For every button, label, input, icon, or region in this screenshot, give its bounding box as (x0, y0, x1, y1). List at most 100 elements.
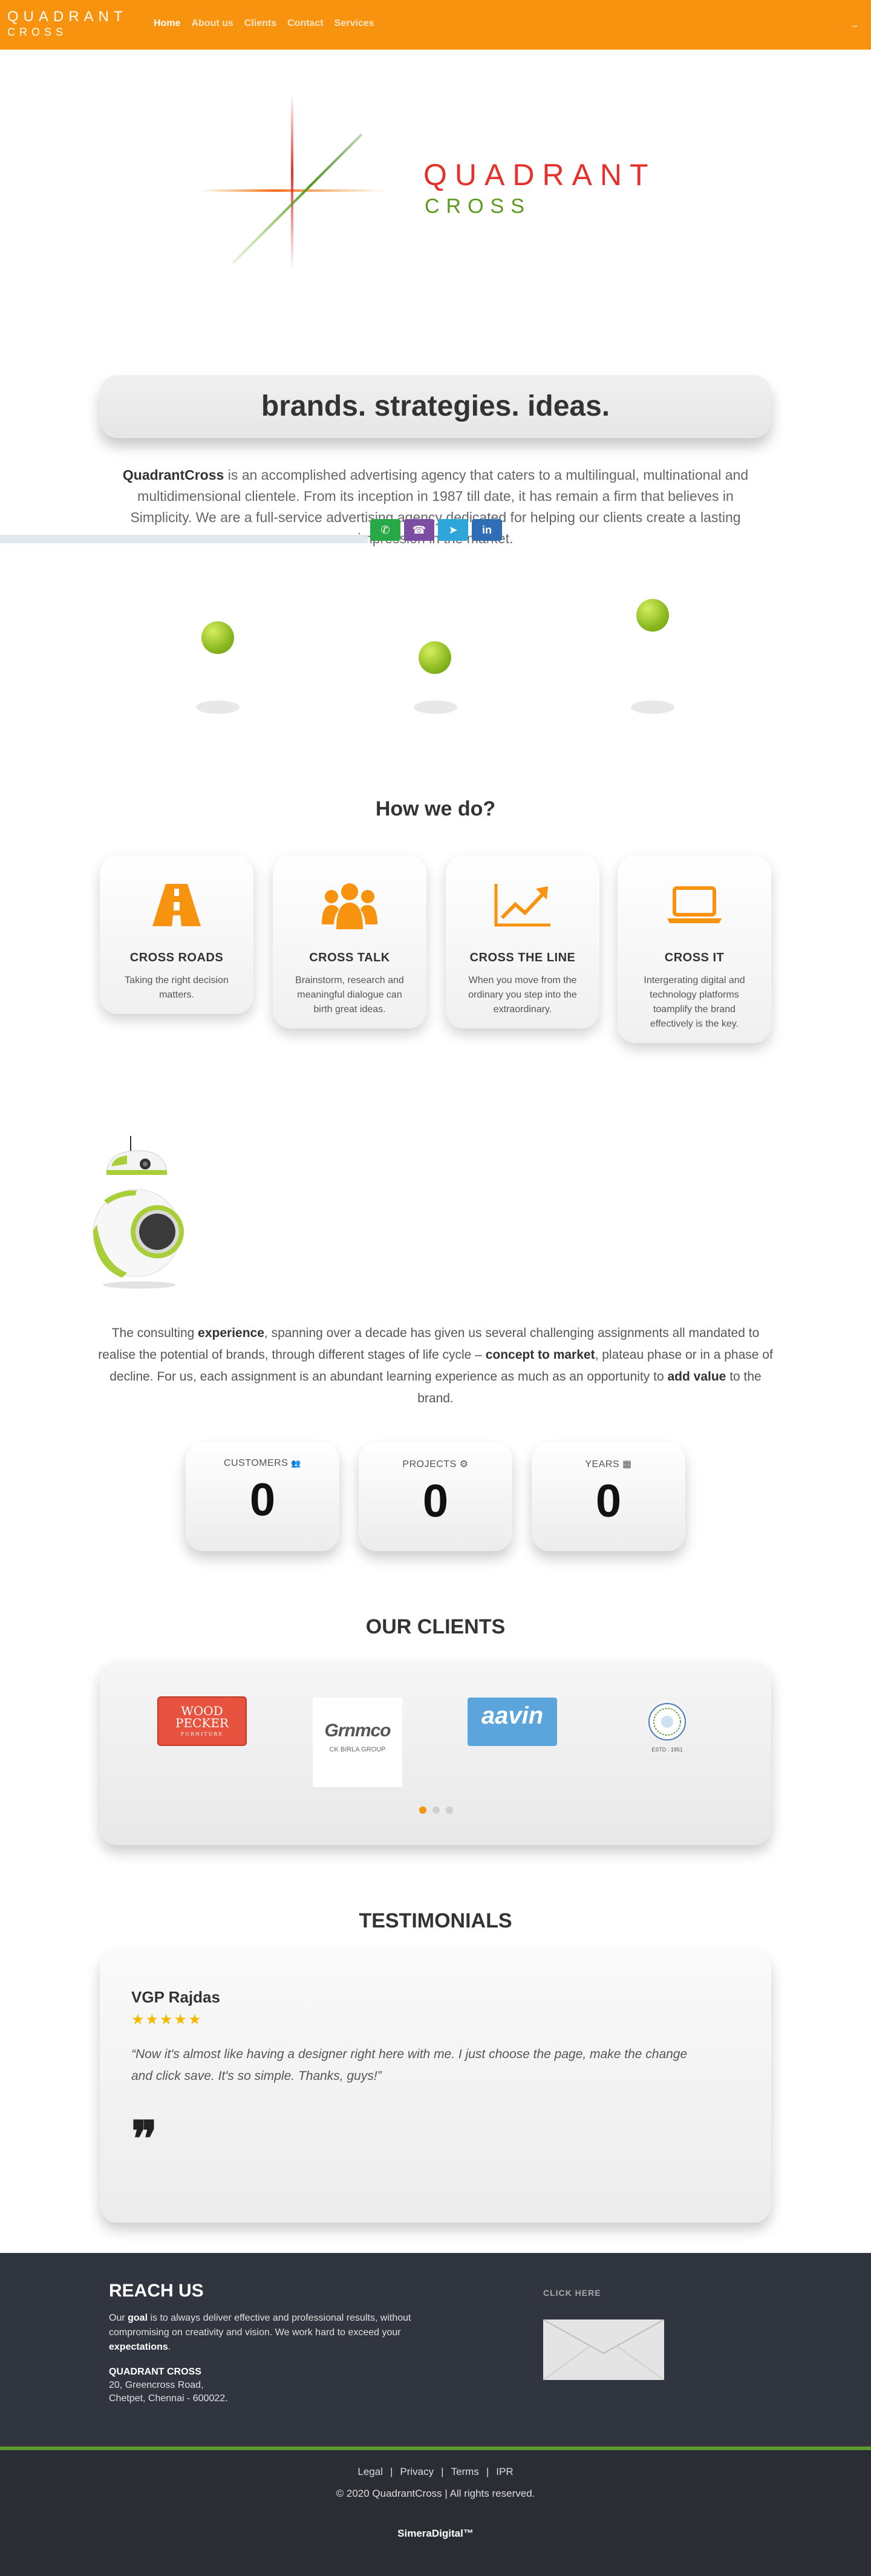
experience-bold-3: add value (667, 1370, 726, 1384)
card-title: CROSS IT (664, 951, 725, 964)
footer-contact: REACH US Our goal is to always deliver e… (0, 2253, 871, 2447)
woodpecker-line1: WOOD (181, 1704, 223, 1718)
stat-card-years: YEARS ▦ 0 (532, 1442, 685, 1551)
legal-separator: | (486, 2466, 489, 2477)
phone-icon: ☎ (412, 523, 426, 536)
tagline-heading: brands. strategies. ideas. (261, 390, 610, 422)
service-card: CROSS THE LINE When you move from the or… (446, 855, 599, 1028)
viber-share-button[interactable]: ☎ (404, 519, 434, 541)
card-title: CROSS ROADS (129, 951, 224, 964)
stat-label-text: YEARS (585, 1459, 620, 1469)
card-title: CROSS TALK (309, 951, 390, 964)
company-name: QUADRANT CROSS (109, 2367, 201, 2377)
grinmco-line1: Grnmco (324, 1721, 391, 1741)
whatsapp-icon: ✆ (380, 523, 390, 536)
nav-logo-line1: QUADRANT (7, 8, 128, 25)
decorative-ball (201, 621, 234, 654)
nav-link-about[interactable]: About us (191, 18, 233, 29)
nav-link-home[interactable]: Home (154, 18, 180, 29)
reach-us-text: Our goal is to always deliver effective … (109, 2311, 448, 2355)
gear-icon: ⚙ (459, 1459, 469, 1469)
decorative-ball (419, 641, 451, 674)
testimonials-title: TESTIMONIALS (359, 1909, 512, 1932)
card-title: CROSS THE LINE (469, 951, 576, 964)
terms-link[interactable]: Terms (451, 2466, 479, 2477)
address-line2: Chetpet, Chennai - 600022. (109, 2393, 228, 2404)
stat-label: YEARS ▦ (532, 1458, 685, 1470)
client-logo-college-seal[interactable]: ESTD : 1951 (642, 1701, 693, 1753)
card-text: Taking the right decision matters. (125, 975, 229, 1000)
experience-bold-1: experience (198, 1326, 264, 1340)
stat-card-customers: CUSTOMERS 👥 0 (186, 1442, 339, 1551)
testimonial-card: VGP Rajdas ★★★★★ “Now it's almost like h… (100, 1949, 771, 2223)
calendar-icon: ▦ (622, 1459, 632, 1469)
ball-shadow (631, 701, 674, 714)
carousel-dot[interactable] (419, 1806, 426, 1814)
nav-logo-line2: CROSS (7, 26, 68, 38)
logo-wordmark-quadrant: QUADRANT (423, 158, 656, 192)
stat-label-text: CUSTOMERS (223, 1458, 289, 1468)
clients-carousel: WOOD PECKER FURNITURE Grnmco CK BIRLA GR… (100, 1661, 771, 1845)
nav-logo[interactable]: QUADRANT CROSS (7, 10, 128, 38)
legal-links: Legal | Privacy | Terms | IPR (0, 2466, 871, 2478)
stat-value: 0 (422, 1476, 449, 1527)
reach-text-2: is to always deliver effective and profe… (109, 2313, 411, 2338)
road-icon (100, 877, 253, 933)
arrow-right-icon[interactable]: → (849, 20, 859, 31)
privacy-link[interactable]: Privacy (400, 2466, 434, 2477)
ball-shadow (414, 701, 457, 714)
aavin-text: aavin (481, 1702, 544, 1729)
reach-bold-2: expectations (109, 2342, 168, 2352)
whatsapp-share-button[interactable]: ✆ (370, 519, 400, 541)
footer-bottom: Legal | Privacy | Terms | IPR © 2020 QuadrantC… (0, 2450, 871, 2576)
users-icon: 👥 (291, 1459, 302, 1468)
stat-card-projects: PROJECTS ⚙ 0 (359, 1442, 512, 1551)
envelope-icon[interactable] (543, 2319, 664, 2380)
developer-credit[interactable]: SimeraDigital™ (0, 2528, 871, 2540)
legal-separator: | (441, 2466, 444, 2477)
stat-value: 0 (249, 1474, 276, 1526)
client-logo-woodpecker[interactable]: WOOD PECKER FURNITURE (157, 1696, 247, 1746)
linkedin-share-button[interactable]: in (472, 519, 502, 541)
carousel-dot[interactable] (432, 1806, 440, 1814)
seal-icon (648, 1703, 686, 1741)
experience-paragraph: The consulting experience, spanning over… (97, 1322, 774, 1410)
robot-illustration (85, 1134, 194, 1291)
laptop-icon (618, 877, 771, 933)
intro-brand: QuadrantCross (122, 467, 224, 483)
nav-link-contact[interactable]: Contact (287, 18, 324, 29)
experience-bold-2: concept to market (485, 1348, 595, 1362)
client-logo-aavin[interactable]: aavin (468, 1698, 557, 1746)
carousel-dot[interactable] (446, 1806, 453, 1814)
nav-link-clients[interactable]: Clients (244, 18, 276, 29)
tagline-banner: brands. strategies. ideas. (100, 375, 771, 438)
testimonial-author: VGP Rajdas (131, 1988, 220, 2006)
telegram-share-button[interactable]: ➤ (438, 519, 468, 541)
hero-logo: QUADRANT CROSS (194, 91, 677, 272)
reach-text-3: . (168, 2342, 171, 2352)
chart-line-icon (446, 877, 599, 933)
top-navbar: QUADRANT CROSS Home About us Clients Con… (0, 0, 871, 50)
logo-wordmark-cross: CROSS (425, 195, 531, 218)
experience-text-1: The consulting (111, 1326, 198, 1340)
decorative-ball (636, 599, 669, 632)
clients-title: OUR CLIENTS (365, 1615, 506, 1638)
testimonial-quote: “Now it's almost like having a designer … (131, 2047, 688, 2083)
address-line1: 20, Greencross Road, (109, 2380, 204, 2390)
legal-link[interactable]: Legal (357, 2466, 383, 2477)
nav-link-services[interactable]: Services (334, 18, 374, 29)
service-card: CROSS IT Intergerating digital and techn… (618, 855, 771, 1043)
quote-icon: ❞ (131, 2110, 158, 2167)
company-address: QUADRANT CROSS 20, Greencross Road, Chet… (109, 2365, 228, 2405)
reach-bold-1: goal (128, 2313, 148, 2323)
click-here-link[interactable]: CLICK HERE (543, 2288, 601, 2298)
card-text: Intergerating digital and technology pla… (644, 975, 745, 1029)
stat-value: 0 (595, 1476, 622, 1527)
ball-shadow (196, 701, 240, 714)
reach-text-1: Our (109, 2313, 128, 2323)
client-logo-grinmco[interactable]: Grnmco CK BIRLA GROUP (313, 1698, 402, 1787)
progress-strip (0, 535, 368, 543)
star-rating-icon: ★★★★★ (131, 2012, 203, 2028)
card-text: When you move from the ordinary you step… (468, 975, 577, 1015)
ipr-link[interactable]: IPR (496, 2466, 513, 2477)
